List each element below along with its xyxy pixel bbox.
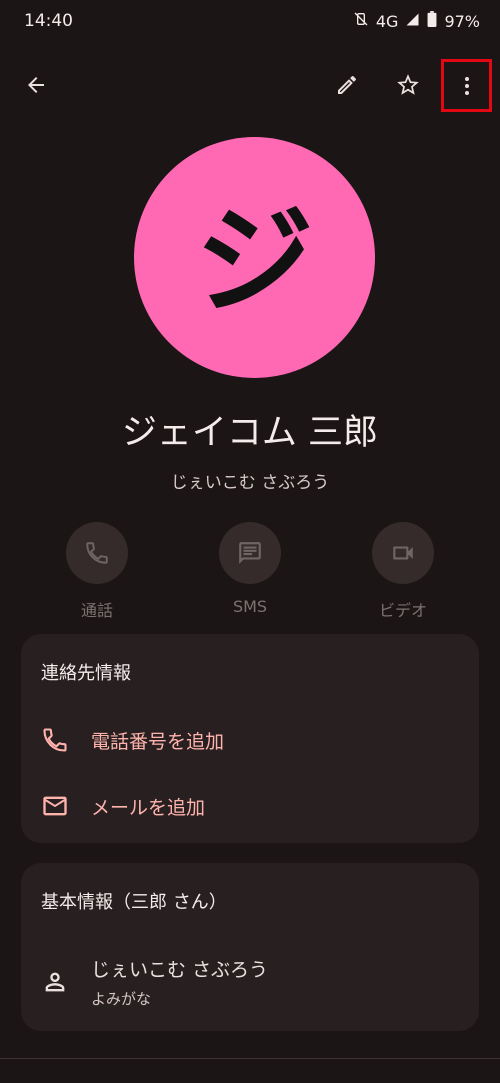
contact-avatar: ジ [134, 137, 375, 378]
add-phone-label: 電話番号を追加 [91, 730, 225, 753]
reading-row[interactable]: じぇいこむ さぶろう よみがな [41, 955, 268, 1009]
status-time: 14:40 [24, 11, 73, 31]
basic-info-card: 基本情報（三郎 さん） じぇいこむ さぶろう よみがな [21, 863, 479, 1031]
call-action[interactable]: 通話 [32, 522, 162, 621]
person-icon [45, 972, 65, 992]
battery-icon [427, 11, 437, 31]
add-email-label: メールを追加 [91, 796, 206, 819]
favorite-button[interactable] [386, 63, 430, 107]
sms-action-label: SMS [232, 597, 268, 616]
videocam-icon [393, 546, 413, 560]
more-vert-icon [464, 76, 469, 95]
more-options-button[interactable] [441, 59, 492, 112]
add-email-row[interactable]: メールを追加 [41, 792, 205, 820]
status-bar: 14:40 4G 97% [0, 0, 500, 44]
email-icon [43, 796, 67, 816]
call-action-circle[interactable] [66, 522, 128, 584]
phone-icon [43, 728, 67, 752]
sms-action[interactable]: SMS [185, 522, 315, 616]
avatar-letter: ジ [195, 191, 314, 330]
signal-icon [405, 12, 420, 31]
back-button[interactable] [14, 63, 58, 107]
network-type: 4G [375, 11, 399, 31]
contact-reading: じぇいこむ さぶろう [170, 473, 330, 493]
sms-action-circle[interactable] [219, 522, 281, 584]
contact-name: ジェイコム 三郎 [121, 413, 379, 453]
call-action-label: 通話 [80, 601, 113, 620]
battery-percent: 97% [444, 11, 480, 31]
basic-info-title: 基本情報（三郎 さん） [41, 892, 227, 913]
star-outline-icon [397, 74, 419, 95]
arrow-back-icon [28, 77, 44, 93]
video-action[interactable]: ビデオ [338, 522, 468, 621]
status-icons: 4G 97% [353, 11, 480, 31]
vibrate-off-icon [353, 11, 369, 31]
divider [0, 1058, 500, 1059]
video-action-label: ビデオ [378, 601, 427, 620]
contact-info-card: 連絡先情報 電話番号を追加 メールを追加 [21, 634, 479, 843]
pencil-icon [338, 75, 356, 94]
message-icon [239, 542, 261, 564]
contact-info-title: 連絡先情報 [41, 663, 131, 684]
video-action-circle[interactable] [372, 522, 434, 584]
reading-caption: よみがな [91, 990, 152, 1008]
phone-icon [86, 542, 108, 564]
edit-button[interactable] [325, 63, 369, 107]
reading-value: じぇいこむ さぶろう [91, 959, 269, 981]
add-phone-row[interactable]: 電話番号を追加 [41, 726, 224, 754]
